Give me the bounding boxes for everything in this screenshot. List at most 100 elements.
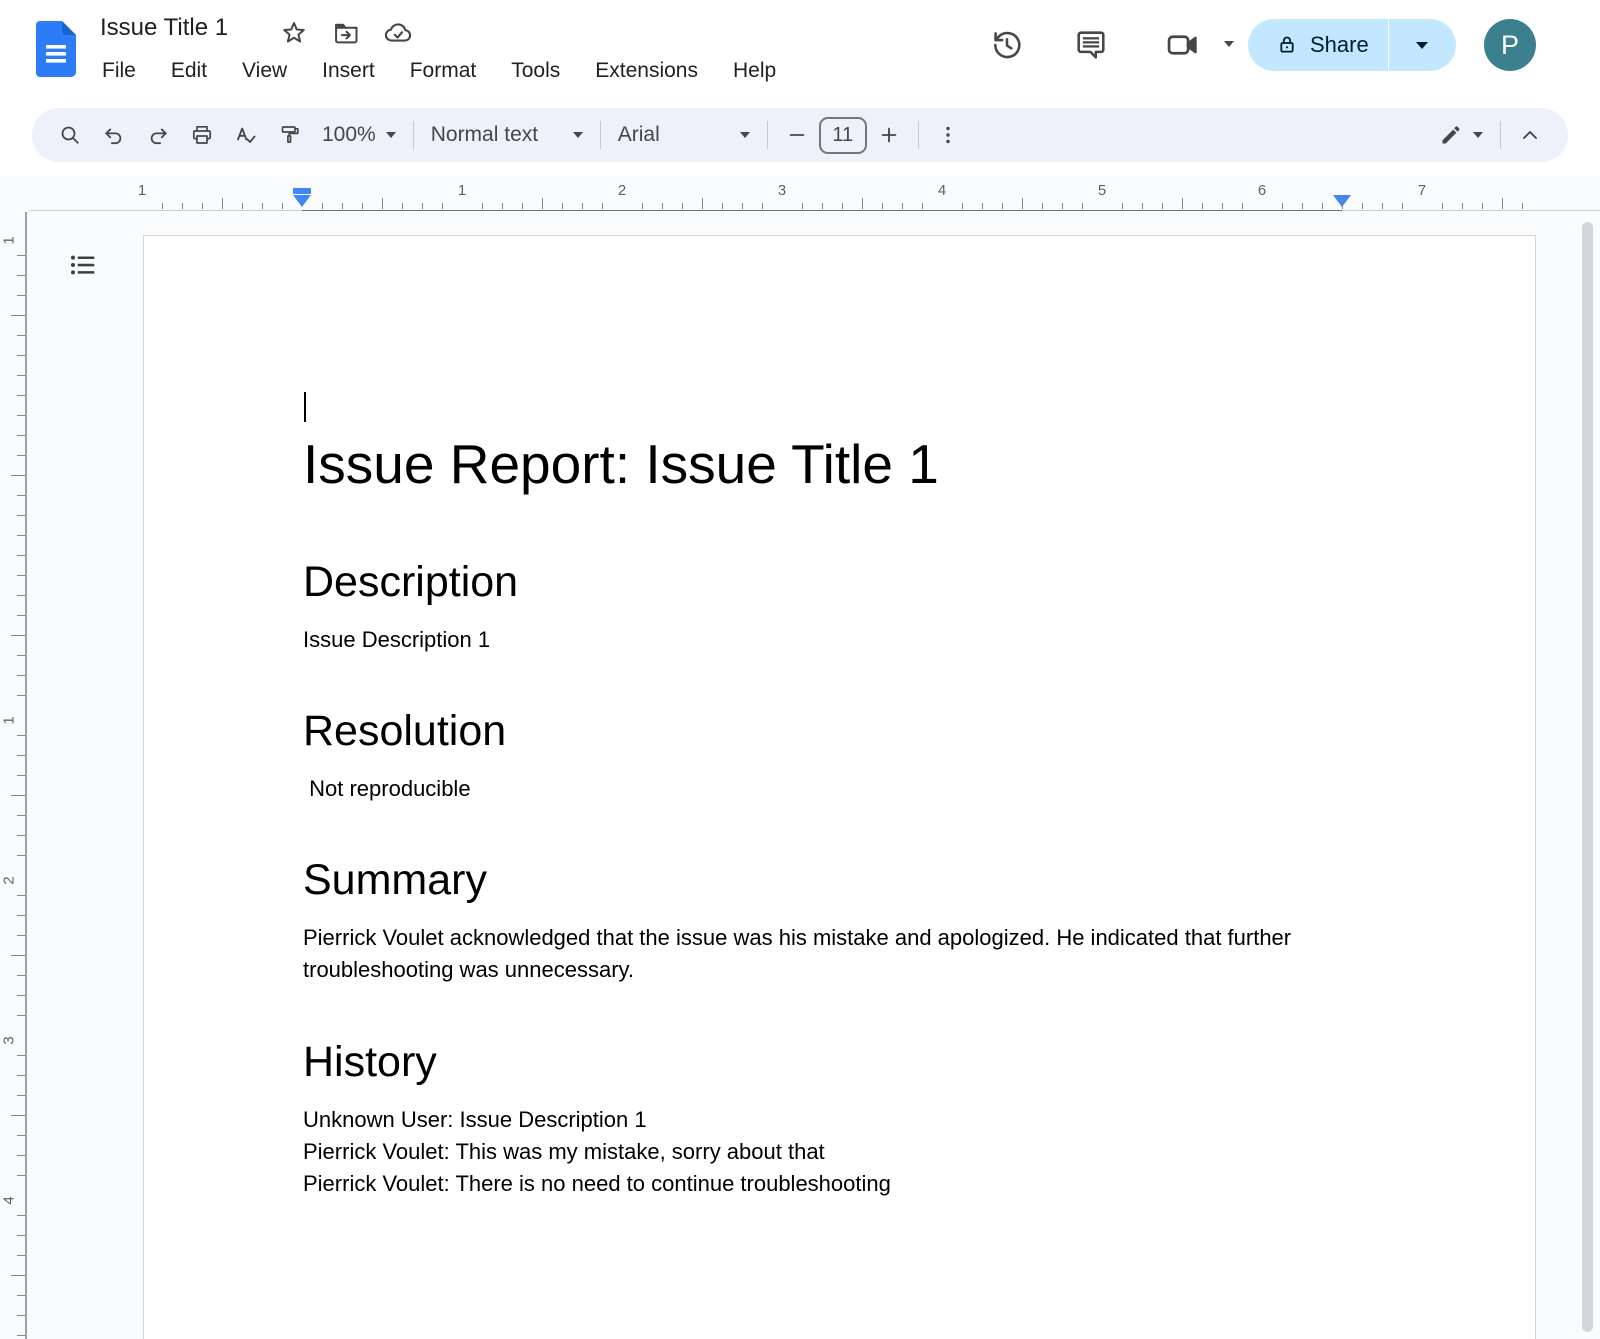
section-heading-summary[interactable]: Summary <box>303 854 487 906</box>
toolbar-divider <box>1500 121 1501 149</box>
ruler-tick <box>17 975 25 976</box>
meet-video-icon[interactable] <box>1162 24 1204 66</box>
section-body-description[interactable]: Issue Description 1 <box>303 624 490 656</box>
font-family-control[interactable]: Arial <box>608 115 760 155</box>
ruler-tick <box>17 675 25 676</box>
google-docs-logo[interactable] <box>36 21 76 77</box>
ruler-tick <box>822 203 823 209</box>
ruler-tick <box>1002 203 1003 209</box>
ruler-tick <box>11 635 25 636</box>
more-options-button[interactable] <box>926 115 970 155</box>
ruler-tick <box>17 595 25 596</box>
meet-dropdown-caret[interactable] <box>1224 41 1234 47</box>
section-body-summary[interactable]: Pierrick Voulet acknowledged that the is… <box>303 922 1358 986</box>
document-heading-title[interactable]: Issue Report: Issue Title 1 <box>303 432 939 496</box>
ruler-tick <box>562 203 563 209</box>
ruler-tick <box>17 335 25 336</box>
ruler-tick <box>17 695 25 696</box>
print-button[interactable] <box>180 115 224 155</box>
ruler-tick <box>502 203 503 209</box>
ruler-tick <box>702 198 703 209</box>
document-title[interactable]: Issue Title 1 <box>100 14 228 42</box>
ruler-tick <box>422 203 423 209</box>
document-outline-icon[interactable] <box>62 244 104 286</box>
ruler-tick <box>17 355 25 356</box>
paragraph-style-caret <box>573 132 583 138</box>
version-history-icon[interactable] <box>986 24 1028 66</box>
menu-insert[interactable]: Insert <box>310 55 387 87</box>
first-line-indent-marker[interactable] <box>293 188 311 194</box>
spelling-check-button[interactable] <box>224 115 268 155</box>
ruler-tick <box>1162 203 1163 209</box>
ruler-tick <box>1202 203 1203 209</box>
decrease-font-size-button[interactable] <box>775 115 819 155</box>
undo-button[interactable] <box>92 115 136 155</box>
share-button[interactable]: Share <box>1248 19 1456 71</box>
section-heading-description[interactable]: Description <box>303 556 518 608</box>
account-avatar[interactable]: P <box>1484 19 1536 71</box>
ruler-tick <box>222 198 223 209</box>
left-indent-marker[interactable] <box>293 195 311 207</box>
ruler-tick <box>1082 203 1083 209</box>
ruler-number: 1 <box>138 182 146 199</box>
ruler-tick <box>882 203 883 209</box>
ruler-tick <box>1382 203 1383 209</box>
ruler-tick <box>1462 203 1463 209</box>
menu-file[interactable]: File <box>90 55 148 87</box>
cloud-saved-icon[interactable] <box>383 18 413 48</box>
ruler-tick <box>17 415 25 416</box>
ruler-tick <box>982 203 983 209</box>
vertical-ruler[interactable]: 112345 <box>0 212 28 1339</box>
ruler-tick <box>17 995 25 996</box>
ruler-tick <box>262 203 263 209</box>
ruler-tick <box>17 935 25 936</box>
star-icon[interactable] <box>279 18 309 48</box>
ruler-tick <box>17 1215 25 1216</box>
ruler-tick <box>17 295 25 296</box>
paint-format-button[interactable] <box>268 115 312 155</box>
menu-help[interactable]: Help <box>721 55 788 87</box>
search-menus-button[interactable] <box>48 115 92 155</box>
menu-extensions[interactable]: Extensions <box>583 55 710 87</box>
ruler-tick <box>1062 203 1063 209</box>
vertical-scrollbar[interactable] <box>1582 222 1593 1332</box>
share-dropdown[interactable] <box>1389 42 1456 49</box>
ruler-tick <box>17 1255 25 1256</box>
menu-bar: File Edit View Insert Format Tools Exten… <box>90 55 788 87</box>
ruler-number: 1 <box>1 714 18 728</box>
zoom-control[interactable]: 100% <box>312 115 406 155</box>
redo-button[interactable] <box>136 115 180 155</box>
hide-menus-button[interactable] <box>1508 115 1552 155</box>
ruler-tick <box>17 1075 25 1076</box>
ruler-tick <box>17 1175 25 1176</box>
menu-view[interactable]: View <box>230 55 299 87</box>
move-folder-icon[interactable] <box>331 18 361 48</box>
ruler-tick <box>17 1315 25 1316</box>
section-heading-history[interactable]: History <box>303 1036 437 1088</box>
ruler-tick <box>1402 203 1403 209</box>
menu-edit[interactable]: Edit <box>159 55 219 87</box>
ruler-tick <box>1042 203 1043 209</box>
increase-font-size-button[interactable] <box>867 115 911 155</box>
ruler-tick <box>11 315 25 316</box>
ruler-number: 1 <box>1 234 18 248</box>
section-body-resolution[interactable]: Not reproducible <box>303 773 471 805</box>
ruler-tick <box>182 203 183 209</box>
menu-tools[interactable]: Tools <box>499 55 572 87</box>
ruler-tick <box>542 198 543 209</box>
horizontal-ruler[interactable]: 11234567 <box>0 180 1600 212</box>
paragraph-style-control[interactable]: Normal text <box>421 115 593 155</box>
paragraph-style-value: Normal text <box>431 123 538 147</box>
ruler-tick <box>742 203 743 209</box>
comment-icon[interactable] <box>1070 24 1112 66</box>
ruler-tick <box>162 203 163 209</box>
font-size-input[interactable]: 11 <box>819 117 867 154</box>
document-page[interactable]: Issue Report: Issue Title 1 Description … <box>143 235 1536 1339</box>
ruler-tick <box>17 655 25 656</box>
zoom-caret <box>386 132 396 138</box>
ruler-tick <box>1322 203 1323 209</box>
section-heading-resolution[interactable]: Resolution <box>303 705 506 757</box>
editing-mode-control[interactable] <box>1429 115 1493 155</box>
menu-format[interactable]: Format <box>398 55 489 87</box>
section-body-history[interactable]: Unknown User: Issue Description 1 Pierri… <box>303 1104 891 1200</box>
